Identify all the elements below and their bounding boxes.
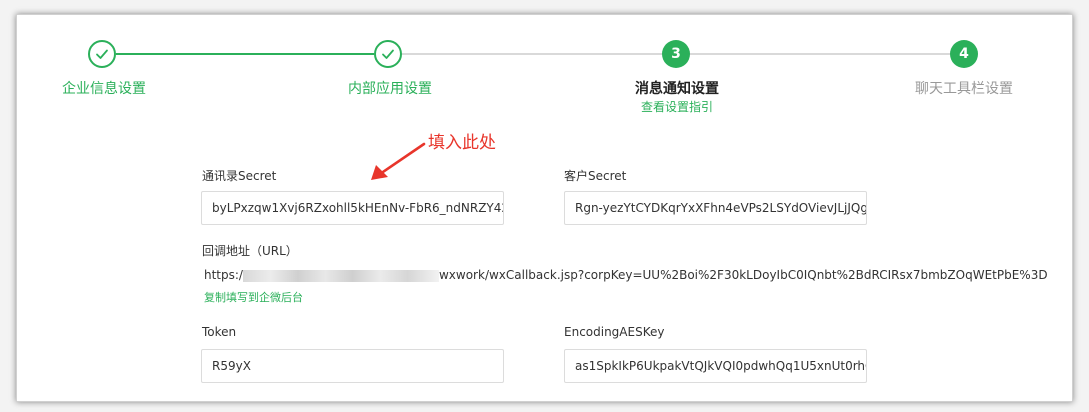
callback-url-prefix: https:/ (204, 268, 243, 282)
step-1-circle (88, 40, 116, 68)
contacts-secret-value: byLPxzqw1Xvj6RZxohll5kHEnNv-FbR6_ndNRZY4… (212, 201, 504, 215)
step-1-label[interactable]: 企业信息设置 (62, 78, 146, 98)
setup-guide-link[interactable]: 查看设置指引 (641, 98, 713, 115)
redacted-domain (242, 269, 439, 282)
step-2-label[interactable]: 内部应用设置 (348, 78, 432, 98)
step-connector-2 (402, 53, 662, 55)
step-2-circle (374, 40, 402, 68)
token-input[interactable]: R59yX (201, 349, 504, 383)
copy-to-wecom-link[interactable]: 复制填写到企微后台 (204, 289, 303, 305)
step-4-number: 4 (959, 46, 969, 62)
step-4-circle: 4 (950, 40, 978, 68)
step-connector-3 (690, 53, 950, 55)
customer-secret-label: 客户Secret (564, 169, 627, 183)
callback-url-suffix: wxwork/wxCallback.jsp?corpKey=UU%2Boi%2F… (438, 268, 1048, 282)
customer-secret-input[interactable]: Rgn-yezYtCYDKqrYxXFhn4eVPs2LSYdOVievJLjJ… (564, 191, 867, 225)
step-3-label: 消息通知设置 (635, 81, 719, 97)
customer-secret-value: Rgn-yezYtCYDKqrYxXFhn4eVPs2LSYdOVievJLjJ… (575, 201, 867, 215)
token-label: Token (202, 325, 237, 339)
callback-url-text: https:/ wxwork/wxCallback.jsp?corpKey=UU%… (204, 268, 1048, 282)
aes-key-input[interactable]: as1SpkIkP6UkpakVtQJkVQI0pdwhQq1U5xnUt0rh… (564, 349, 867, 383)
check-icon (382, 49, 394, 59)
callback-url-label: 回调地址（URL） (202, 244, 298, 258)
step-3-circle: 3 (662, 40, 690, 68)
aes-key-value: as1SpkIkP6UkpakVtQJkVQI0pdwhQq1U5xnUt0rh… (575, 359, 867, 373)
contacts-secret-label: 通讯录Secret (202, 169, 277, 183)
aes-key-label: EncodingAESKey (564, 325, 665, 339)
settings-card (16, 14, 1073, 402)
step-4-label: 聊天工具栏设置 (915, 81, 1013, 97)
step-3-number: 3 (671, 46, 681, 62)
annotation-text: 填入此处 (428, 133, 496, 153)
check-icon (96, 49, 108, 59)
contacts-secret-input[interactable]: byLPxzqw1Xvj6RZxohll5kHEnNv-FbR6_ndNRZY4… (201, 191, 504, 225)
red-arrow-icon (371, 142, 426, 180)
step-connector-1 (116, 53, 374, 55)
token-value: R59yX (212, 359, 251, 373)
